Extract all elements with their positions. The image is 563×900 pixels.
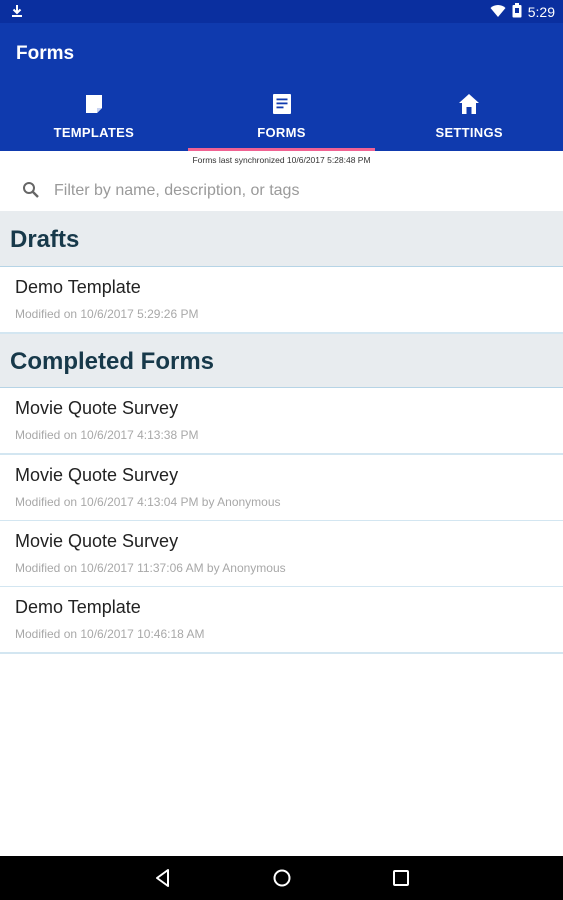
list-item[interactable]: Movie Quote Survey Modified on 10/6/2017… [0,521,563,588]
form-title: Demo Template [15,597,141,617]
tab-templates[interactable]: TEMPLATES [0,89,188,151]
wifi-icon [490,4,506,21]
tab-settings[interactable]: SETTINGS [375,89,563,151]
home-icon [457,92,481,116]
section-header-completed: Completed Forms [0,334,563,388]
form-modified: Modified on 10/6/2017 11:37:06 AM by Ano… [15,561,286,575]
status-time: 5:29 [527,4,555,20]
app-bar: Forms TEMPLATES FORMS SETTINGS [0,23,563,151]
tab-label: TEMPLATES [53,125,135,140]
list-item[interactable]: Movie Quote Survey Modified on 10/6/2017… [0,455,563,522]
search-input[interactable] [52,175,536,207]
template-icon [82,92,106,116]
form-title: Movie Quote Survey [15,531,179,551]
home-circle-icon[interactable] [270,866,294,890]
sync-status: Forms last synchronized 10/6/2017 5:28:4… [192,155,371,165]
form-modified: Modified on 10/6/2017 10:46:18 AM [15,627,205,641]
section-title: Drafts [10,226,80,253]
recents-icon[interactable] [389,866,413,890]
back-icon[interactable] [151,866,175,890]
form-title: Movie Quote Survey [15,465,179,485]
form-modified: Modified on 10/6/2017 4:13:38 PM [15,428,199,442]
list-item[interactable]: Demo Template Modified on 10/6/2017 10:4… [0,587,563,654]
search-icon [22,181,40,199]
form-modified: Modified on 10/6/2017 5:29:26 PM [15,307,199,321]
status-bar: 5:29 [0,0,563,23]
form-icon [270,92,294,116]
list-item[interactable]: Demo Template Modified on 10/6/2017 5:29… [0,267,563,334]
form-title: Movie Quote Survey [15,398,179,418]
navigation-bar [0,856,563,900]
tab-indicator [187,148,376,151]
tab-forms[interactable]: FORMS [187,89,376,151]
list-item[interactable]: Movie Quote Survey Modified on 10/6/2017… [0,388,563,455]
section-title: Completed Forms [10,348,215,375]
tab-label: SETTINGS [435,125,503,140]
download-icon [10,4,24,23]
search-bar [0,169,563,211]
form-modified: Modified on 10/6/2017 4:13:04 PM by Anon… [15,495,281,509]
section-header-drafts: Drafts [0,211,563,267]
app-title: Forms [16,43,75,64]
form-title: Demo Template [15,277,141,297]
tab-bar: TEMPLATES FORMS SETTINGS [0,89,563,151]
tab-label: FORMS [257,125,306,140]
battery-icon [512,3,522,21]
